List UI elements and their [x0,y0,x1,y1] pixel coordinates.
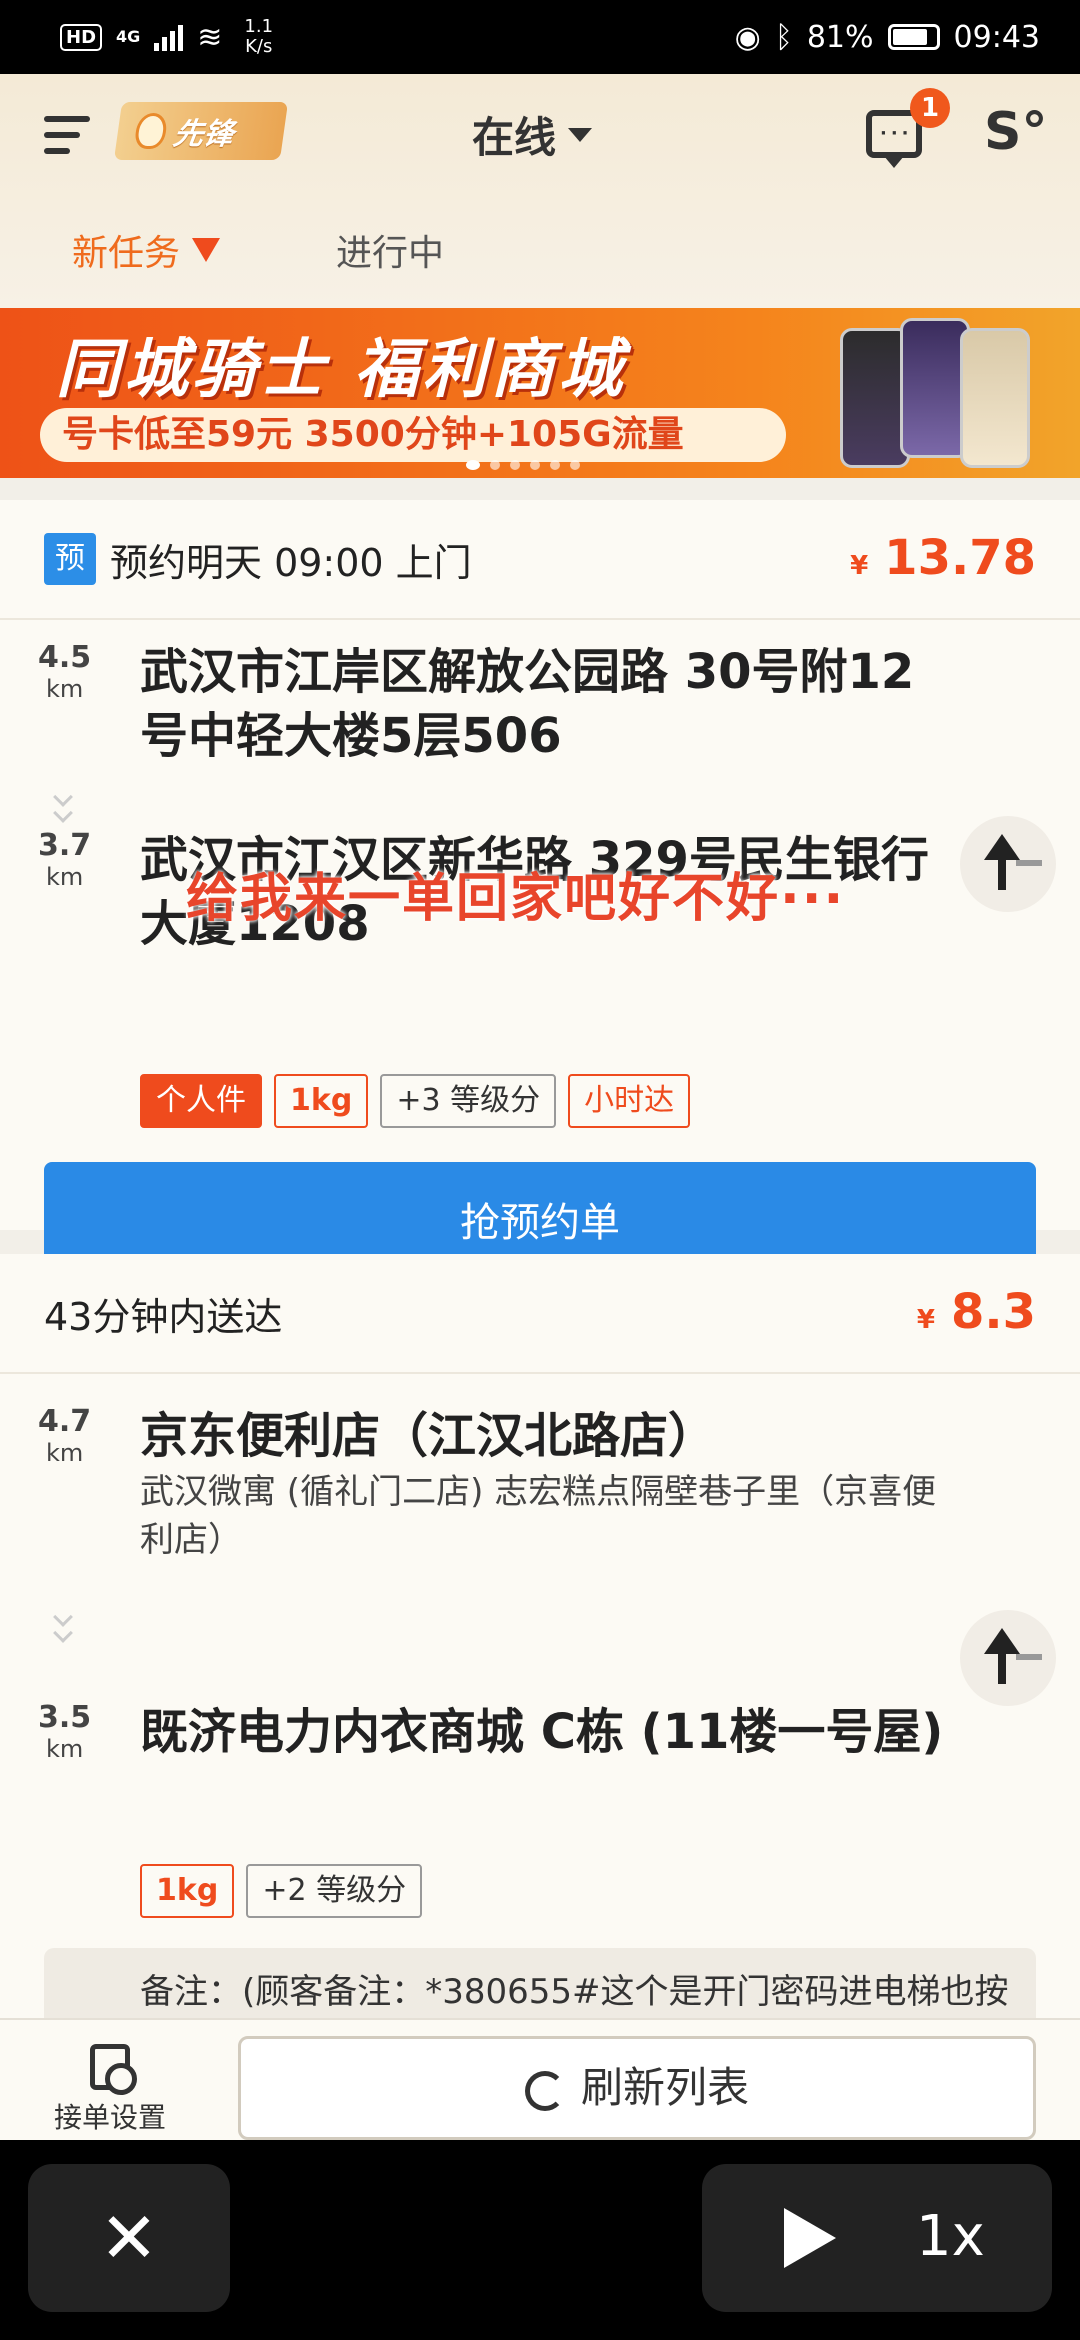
tab-label: 新任务 [72,233,181,274]
filter-icon[interactable] [192,238,221,262]
tag-level-points: +2 等级分 [246,1864,423,1918]
price-amount: 13.78 [884,530,1036,586]
signal-icon [154,23,184,51]
wifi-icon: ≋ [197,19,223,55]
delivery-time: 43分钟内送达 [44,1294,283,1339]
refresh-icon [524,2070,565,2111]
dropoff-address-text: 既济电力内衣商城 C栋 (11楼一号屋) [140,1704,944,1760]
task-tabs: 新任务 进行中 [0,224,1080,308]
refresh-list-button[interactable]: 刷新列表 [238,2036,1036,2140]
navigate-button[interactable] [960,816,1056,912]
app-screen: 先锋 在线 ··· 1 S° 新任务 进行中 同城骑士 福利商城 号卡低至59元… [0,74,1080,2140]
pickup-address-text: 武汉市江岸区解放公园路 30号附12号中轻大楼5层506 [140,644,915,764]
caret-down-icon [568,127,593,142]
order-price: ¥ 13.78 [850,530,1036,586]
brand-logo: 先锋 [113,102,289,160]
battery-icon [887,24,940,50]
pickup-distance: 4.5 km [38,640,91,703]
settings-label: 接单设置 [53,2101,166,2134]
battery-percent: 81% [806,19,874,55]
pickup-address-text: 京东便利店（江汉北路店） [140,1408,717,1464]
order-tags: 个人件 1kg +3 等级分 小时达 [140,1074,691,1128]
clock: 09:43 [953,19,1040,55]
pickup-address: 4.7 km 京东便利店（江汉北路店） 武汉微寓 (循礼门二店) 志宏糕点隔壁巷… [0,1404,960,1564]
play-icon[interactable] [784,2208,836,2268]
message-badge: 1 [910,88,950,128]
pickup-address-detail: 武汉微寓 (循礼门二店) 志宏糕点隔壁巷子里（京喜便利店） [140,1472,937,1560]
currency-symbol: ¥ [850,551,869,581]
order-settings-button[interactable]: 接单设置 [40,2044,180,2136]
logo-badge-icon [133,113,169,149]
distance-unit: km [45,675,84,703]
tab-in-progress[interactable]: 进行中 [336,224,444,276]
price-amount: 8.3 [950,1284,1036,1340]
route-chevrons-icon [53,787,76,823]
bluetooth-icon: ᛒ [774,19,793,55]
currency-symbol: ¥ [916,1305,935,1335]
speed-unit: K/s [245,36,273,57]
playback-controls: 1x [702,2164,1052,2312]
dropoff-address: 3.5 km 既济电力内衣商城 C栋 (11楼一号屋) [0,1700,960,1764]
dropoff-distance: 3.5 km [38,1700,91,1763]
menu-icon[interactable] [44,116,90,156]
online-status-dropdown[interactable]: 在线 [472,104,593,165]
pickup-distance: 4.7 km [38,1404,91,1467]
reservation-badge: 预 [44,533,96,585]
bottom-action-bar: 接单设置 刷新列表 [0,2018,1080,2140]
playback-speed-button[interactable]: 1x [916,2204,985,2269]
pickup-address: 4.5 km 武汉市江岸区解放公园路 30号附12号中轻大楼5层506 [0,640,960,768]
phone-image [830,318,1040,468]
order-tags: 1kg +2 等级分 [140,1864,423,1918]
banner-subtitle: 号卡低至59元 3500分钟+105G流量 [40,408,786,462]
order-header: 预 预约明天 09:00 上门 ¥ 13.78 [0,500,1080,620]
distance-unit: km [45,1735,84,1763]
order-card[interactable]: 43分钟内送达 ¥ 8.3 4.7 km 京东便利店（江汉北路店） 武汉微寓 (… [0,1254,1080,2140]
distance-value: 3.5 [38,1700,92,1735]
eye-icon: ◉ [734,19,761,55]
promo-banner[interactable]: 同城骑士 福利商城 号卡低至59元 3500分钟+105G流量 [0,308,1080,478]
network-type: 4G [116,27,141,46]
tag-level-points: +3 等级分 [380,1074,557,1128]
banner-title: 同城骑士 福利商城 [56,333,627,407]
tag-personal: 个人件 [140,1074,262,1128]
close-button[interactable]: ✕ [28,2164,230,2312]
video-caption: 给我来一单回家吧好不好··· [186,869,846,929]
app-header: 先锋 在线 ··· 1 S° 新任务 进行中 [0,74,1080,308]
location-pin-icon[interactable]: S° [984,102,1047,162]
settings-icon [90,2044,137,2095]
carousel-dots [466,460,580,470]
network-speed: 1.1 K/s [244,17,273,57]
tag-weight: 1kg [274,1074,369,1128]
tab-new-tasks[interactable]: 新任务 [72,224,221,276]
tag-weight: 1kg [140,1864,235,1918]
online-status-label: 在线 [472,113,557,162]
refresh-label: 刷新列表 [580,2063,749,2112]
speed-value: 1.1 [244,16,274,37]
dropoff-distance: 3.7 km [38,828,91,891]
tag-hourly: 小时达 [568,1074,691,1128]
navigate-button[interactable] [960,1610,1056,1706]
distance-unit: km [45,1439,84,1467]
distance-value: 3.7 [38,828,92,863]
distance-value: 4.5 [38,640,92,675]
tab-label: 进行中 [336,233,445,274]
logo-text: 先锋 [171,117,236,152]
route-chevrons-icon [53,1607,76,1643]
distance-value: 4.7 [38,1404,92,1439]
order-time: 预约明天 09:00 上门 [110,540,472,585]
video-player-controls: ✕ 1x [0,2140,1080,2340]
hd-indicator: HD [60,23,103,51]
order-price: ¥ 8.3 [917,1284,1036,1340]
order-header: 43分钟内送达 ¥ 8.3 [0,1254,1080,1374]
distance-unit: km [45,863,84,891]
status-bar: HD 4G ≋ 1.1 K/s ◉ ᛒ 81% 09:43 [0,0,1080,74]
